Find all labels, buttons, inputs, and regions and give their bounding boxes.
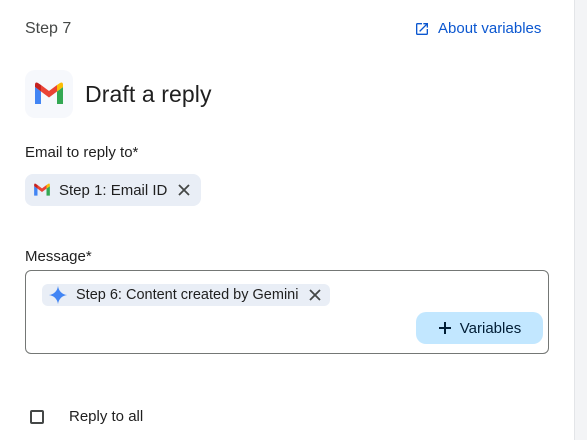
gemini-content-chip[interactable]: Step 6: Content created by Gemini — [42, 284, 331, 306]
action-title: Draft a reply — [85, 80, 212, 107]
email-id-chip-label: Step 1: Email ID — [59, 181, 168, 199]
gemini-sparkle-icon — [48, 285, 68, 305]
plus-icon — [438, 321, 452, 335]
about-variables-label: About variables — [438, 20, 542, 37]
reply-to-all-row[interactable]: Reply to all — [30, 408, 143, 425]
email-field-label: Email to reply to* — [25, 144, 139, 161]
step-panel: Step 7 About variables Draft a reply Ema… — [0, 0, 575, 440]
open-in-new-icon — [414, 21, 430, 37]
step-label: Step 7 — [25, 20, 72, 37]
reply-to-all-checkbox[interactable] — [30, 409, 44, 424]
action-title-row: Draft a reply — [25, 70, 212, 118]
gmail-icon — [25, 70, 73, 118]
email-id-chip[interactable]: Step 1: Email ID — [25, 174, 202, 206]
gemini-content-chip-label: Step 6: Content created by Gemini — [76, 287, 299, 303]
gmail-icon — [33, 183, 51, 197]
reply-to-all-label: Reply to all — [69, 408, 144, 425]
message-field-label: Message* — [25, 248, 92, 265]
add-variables-label: Variables — [459, 319, 522, 337]
about-variables-link[interactable]: About variables — [414, 20, 541, 37]
message-field[interactable]: Step 6: Content created by Gemini Variab… — [25, 270, 549, 354]
close-icon[interactable] — [177, 183, 191, 197]
close-icon[interactable] — [308, 288, 322, 302]
add-variables-button[interactable]: Variables — [416, 312, 543, 344]
